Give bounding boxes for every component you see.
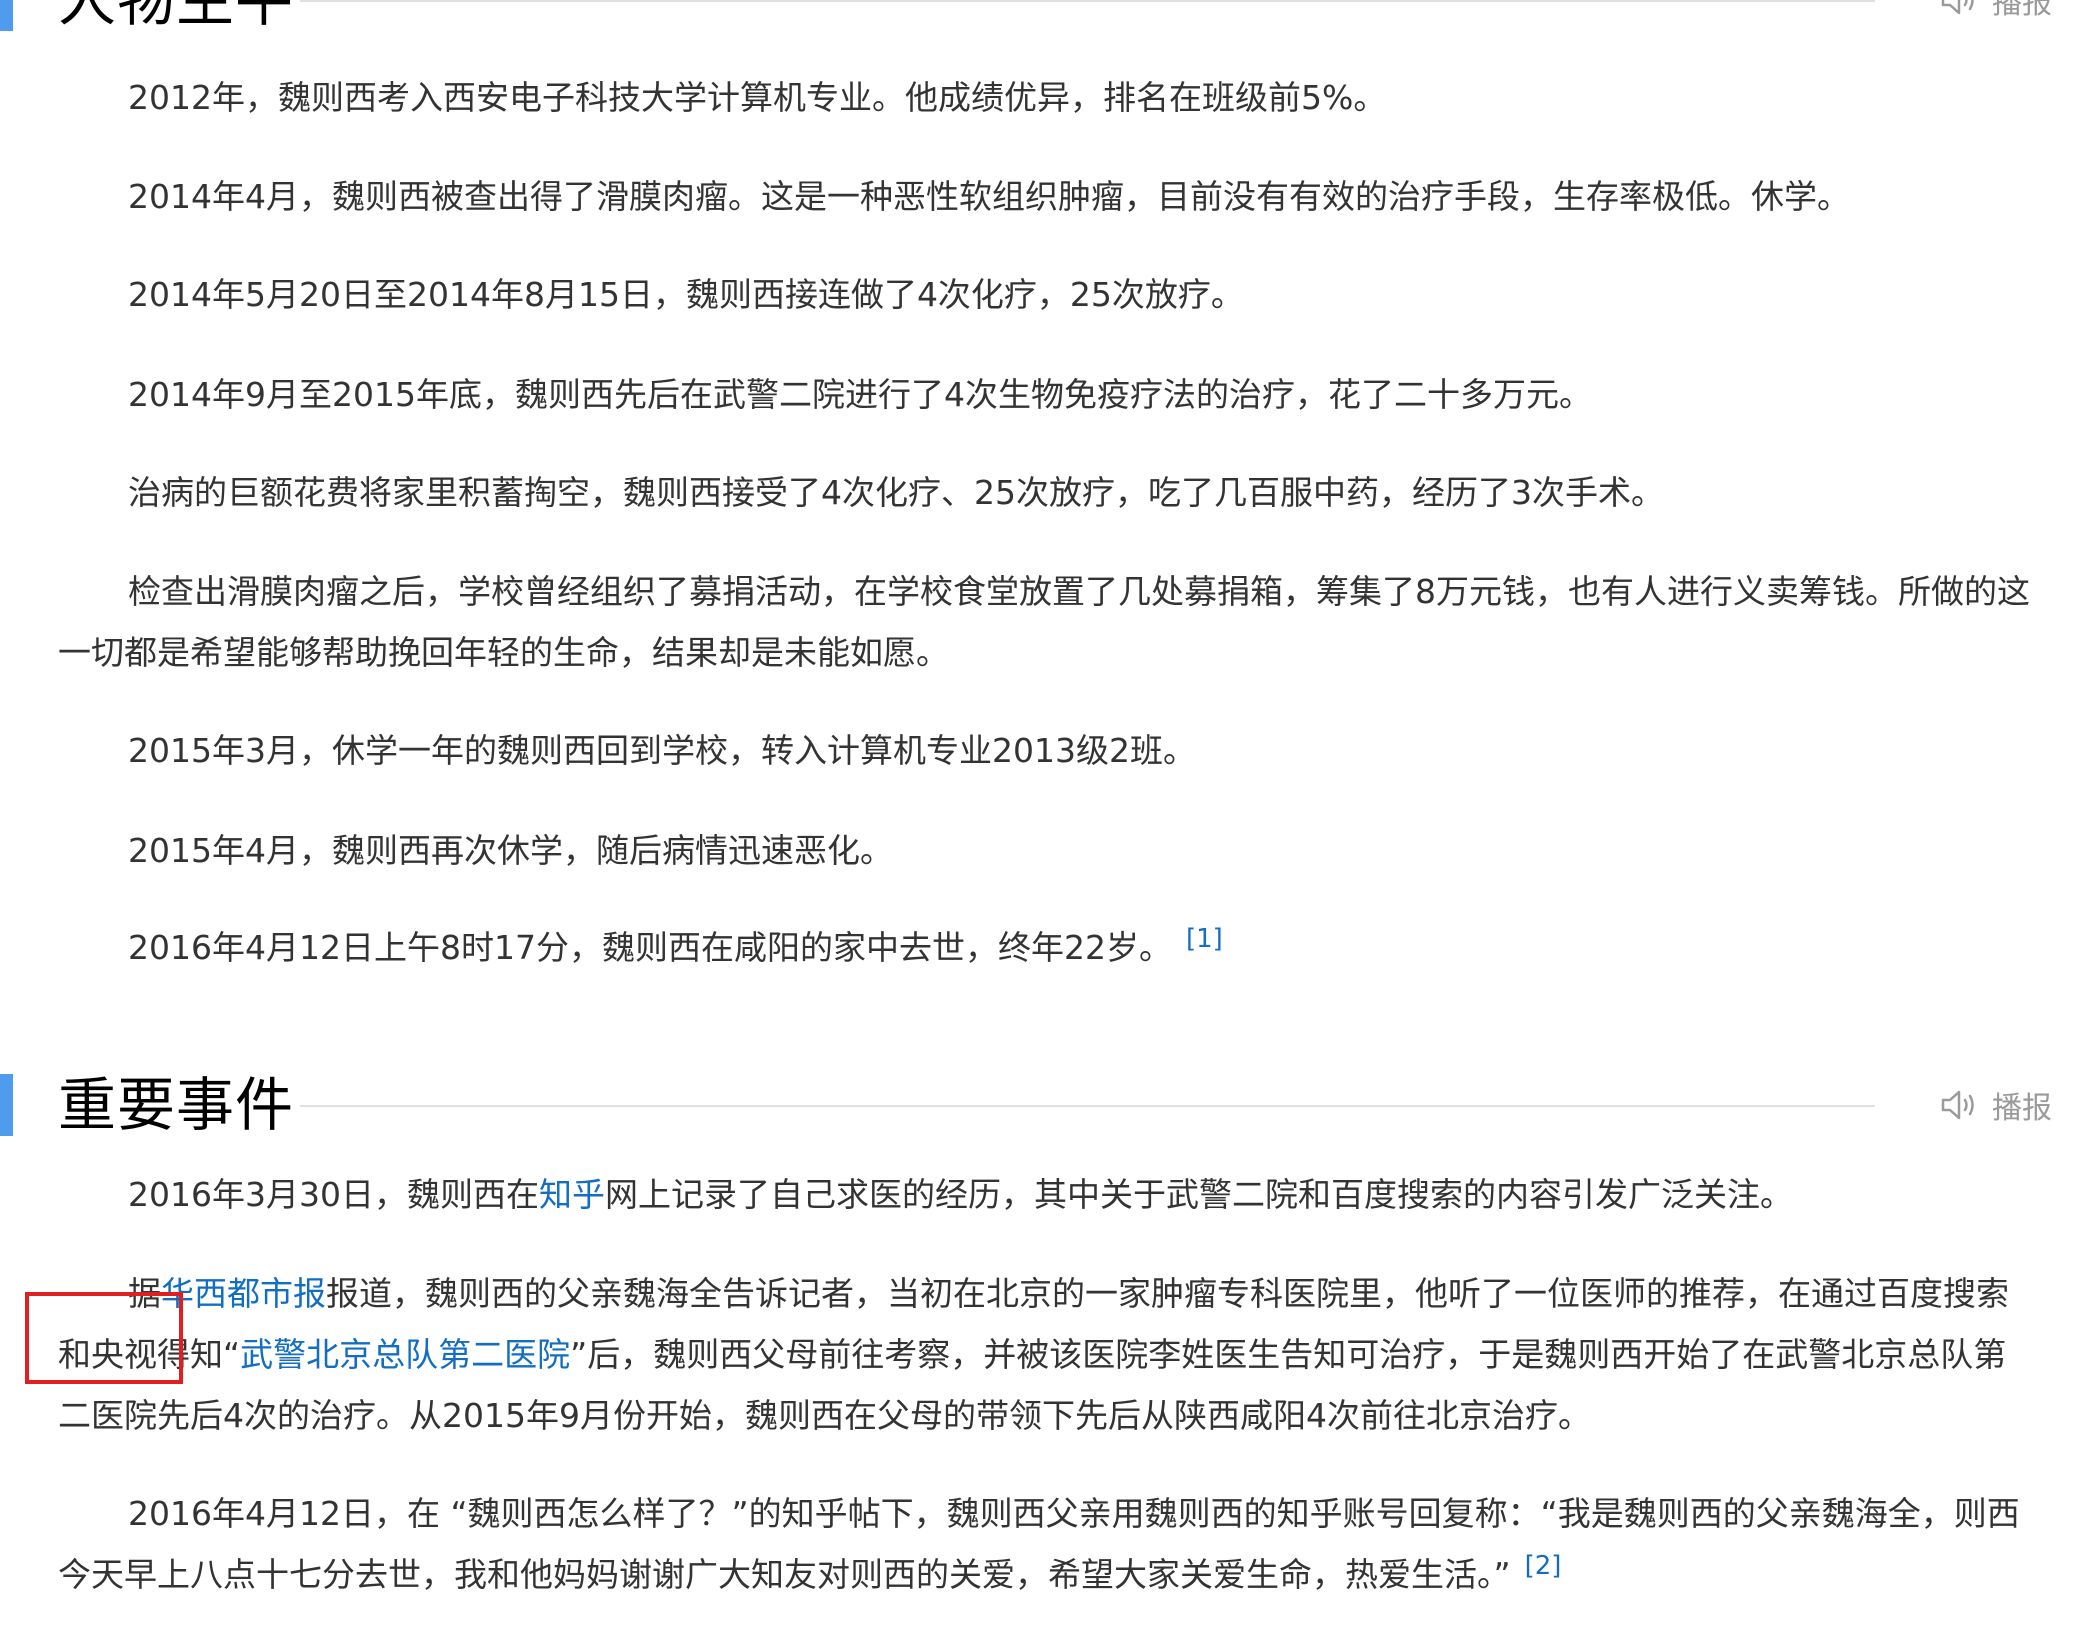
event-paragraph-3: 2016年4月12日，在 “魏则西怎么样了？”的知乎帖下，魏则西父亲用魏则西的知…	[58, 1483, 2038, 1605]
section-divider	[300, 1105, 1875, 1107]
event-paragraph-1: 2016年3月30日，魏则西在知乎网上记录了自己求医的经历，其中关于武警二院和百…	[58, 1164, 2038, 1225]
life-paragraph-2: 2014年4月，魏则西被查出得了滑膜肉瘤。这是一种恶性软组织肿瘤，目前没有有效的…	[128, 177, 1850, 216]
life-paragraph-9-text: 2016年4月12日上午8时17分，魏则西在咸阳的家中去世，终年22岁。	[128, 928, 1172, 967]
listen-button-events[interactable]: 播报	[1940, 1085, 2052, 1126]
life-paragraph-4: 2014年9月至2015年底，魏则西先后在武警二院进行了4次生物免疫疗法的治疗，…	[128, 375, 1592, 414]
reference-link-1[interactable]: [1]	[1186, 924, 1223, 954]
section-title-events: 重要事件	[58, 1071, 295, 1139]
life-paragraph-7: 2015年3月，休学一年的魏则西回到学校，转入计算机专业2013级2班。	[128, 731, 1196, 770]
life-paragraph-1: 2012年，魏则西考入西安电子科技大学计算机专业。他成绩优异，排名在班级前5%。	[128, 78, 1387, 117]
section-accent-bar	[0, 1074, 13, 1136]
section-header-life: 人物生平 播报	[0, 0, 2099, 38]
life-paragraph-8: 2015年4月，魏则西再次休学，随后病情迅速恶化。	[128, 831, 893, 870]
speaker-icon	[1941, 0, 1974, 15]
life-paragraph-6: 检查出滑膜肉瘤之后，学校曾经组织了募捐活动，在学校食堂放置了几处募捐箱，筹集了8…	[58, 572, 2030, 672]
armed-police-hospital-link[interactable]: 武警北京总队第二医院	[240, 1335, 570, 1374]
event-paragraph-2-before: 据	[128, 1274, 161, 1313]
reference-link-2[interactable]: [2]	[1525, 1551, 1562, 1581]
page: 人物生平 播报 2012年，魏则西考入西安电子科技大学计算机专业。他成绩优异，排…	[0, 0, 2099, 1627]
section-header-events: 重要事件 播报	[0, 1067, 2099, 1143]
event-paragraph-1-after: 网上记录了自己求医的经历，其中关于武警二院和百度搜索的内容引发广泛关注。	[604, 1175, 1793, 1214]
life-paragraph-3: 2014年5月20日至2014年8月15日，魏则西接连做了4次化疗，25次放疗。	[128, 275, 1244, 314]
listen-button-life[interactable]: 播报	[1940, 0, 2052, 21]
event-paragraph-1-before: 2016年3月30日，魏则西在	[128, 1175, 539, 1214]
zhihu-link[interactable]: 知乎	[539, 1175, 605, 1214]
section-divider	[300, 0, 1875, 2]
huaxi-metro-daily-link[interactable]: 华西都市报	[161, 1274, 326, 1313]
section-accent-bar	[0, 0, 13, 31]
event-paragraph-3-text: 2016年4月12日，在 “魏则西怎么样了？”的知乎帖下，魏则西父亲用魏则西的知…	[58, 1494, 2020, 1594]
listen-label: 播报	[1992, 1091, 2052, 1126]
listen-label: 播报	[1992, 0, 2052, 21]
life-paragraph-9: 2016年4月12日上午8时17分，魏则西在咸阳的家中去世，终年22岁。 [1]	[58, 917, 2038, 978]
event-paragraph-2: 据华西都市报报道，魏则西的父亲魏海全告诉记者，当初在北京的一家肿瘤专科医院里，他…	[58, 1263, 2038, 1446]
section-title-life: 人物生平	[58, 0, 295, 34]
speaker-icon	[1941, 1090, 1974, 1120]
life-paragraph-5: 治病的巨额花费将家里积蓄掏空，魏则西接受了4次化疗、25次放疗，吃了几百服中药，…	[128, 473, 1664, 512]
